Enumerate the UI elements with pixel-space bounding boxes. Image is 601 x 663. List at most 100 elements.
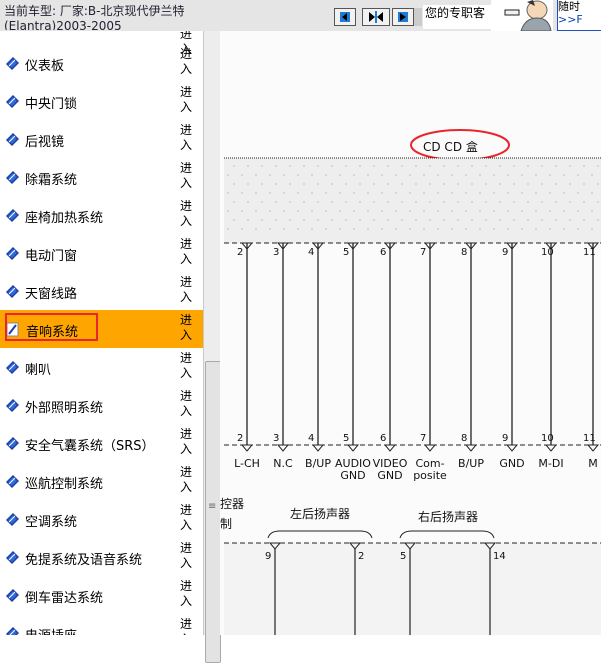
sidebar-item[interactable]: 电源插座 进入 [0, 614, 203, 635]
sidebar-item-label: 免提系统及语音系统 [25, 553, 143, 568]
speaker-pin-number: 9 [265, 551, 271, 562]
wiring-diagram-panel: CD CD 盒 2 2 3 3 4 4 5 5 6 6 7 7 8 8 9 9 10 10 11 11 L-CH N.C… [220, 31, 601, 635]
bottom-pin-number: 3 [273, 433, 279, 444]
current-vehicle-info: 当前车型: 厂家:B-北京现代伊兰特 (Elantra)2003-2005 [4, 4, 330, 30]
sidebar-menu: 进入 仪表板 进入 中央门锁 进入 后视镜 进入 除霜系统 进入 座椅加热系统 进入 电动门窗 进入天… [0, 31, 203, 635]
sidebar-item[interactable]: 巡航控制系统 进入 [0, 462, 203, 500]
pin-terminal [311, 444, 325, 452]
left-partial-text-2: 制 [220, 517, 232, 531]
sidebar-item[interactable]: 后视镜 进入 [0, 120, 203, 158]
nav-prev-button[interactable] [334, 8, 356, 26]
enter-link[interactable]: 进入 [180, 123, 202, 153]
bottom-pin-number: 2 [237, 433, 243, 444]
blue-book-icon [6, 247, 19, 260]
sidebar-item[interactable]: 座椅加热系统 进入 [0, 196, 203, 234]
signal-label: B/UP [305, 457, 331, 470]
bottom-pin-number: 6 [380, 433, 386, 444]
blue-book-icon [6, 551, 19, 564]
top-pin-number: 9 [502, 247, 508, 258]
enter-link[interactable]: 进入 [180, 389, 202, 419]
sidebar-item[interactable]: 空调系统 进入 [0, 500, 203, 538]
pin-terminal [276, 444, 290, 452]
support-banner: 您的专职客 [423, 5, 493, 29]
pin-terminal [505, 444, 519, 452]
enter-link[interactable]: 进入 [180, 541, 202, 571]
top-pin-number: 4 [308, 247, 314, 258]
bottom-pin-number: 5 [343, 433, 349, 444]
bottom-pin-number: 7 [420, 433, 426, 444]
enter-link[interactable]: 进入 [180, 199, 202, 229]
bottom-pin-number: 4 [308, 433, 314, 444]
top-pin-number: 3 [273, 247, 279, 258]
sidebar-item[interactable]: 中央门锁 进入 [0, 82, 203, 120]
notice-box[interactable]: 随时 >>F [557, 0, 601, 31]
nav-next-button[interactable] [392, 8, 414, 26]
sidebar-item-label: 除霜系统 [25, 173, 78, 188]
pin-terminal [464, 444, 478, 452]
top-toolbar: 当前车型: 厂家:B-北京现代伊兰特 (Elantra)2003-2005 您的… [0, 0, 601, 32]
blue-book-icon [6, 171, 19, 184]
sidebar-item[interactable]: 免提系统及语音系统 进入 [0, 538, 203, 576]
signal-label: GND [340, 469, 365, 482]
enter-link[interactable]: 进入 [180, 503, 202, 533]
sidebar-item[interactable]: 外部照明系统 进入 [0, 386, 203, 424]
bottom-pin-number: 10 [541, 433, 554, 444]
pin-terminal [383, 444, 397, 452]
sidebar-item[interactable]: 音响系统 进入 [0, 310, 203, 348]
helper-mascot-image [491, 0, 553, 32]
scrollbar-thumb[interactable] [205, 361, 221, 663]
enter-link[interactable]: 进入 [180, 237, 202, 267]
blue-book-icon [6, 361, 19, 374]
signal-label: M [588, 457, 598, 470]
sidebar-item-label: 巡航控制系统 [25, 477, 104, 492]
enter-link[interactable]: 进入 [180, 351, 202, 381]
sidebar-item[interactable]: 除霜系统 进入 [0, 158, 203, 196]
enter-link[interactable]: 进入 [180, 47, 202, 77]
sidebar-item-label: 电动门窗 [25, 249, 78, 264]
enter-link[interactable]: 进入 [180, 427, 202, 457]
blue-book-icon [6, 475, 19, 488]
blue-book-icon [6, 285, 19, 298]
pin-terminal [423, 444, 437, 452]
enter-link[interactable]: 进入 [180, 465, 202, 495]
enter-link[interactable]: 进入 [180, 85, 202, 115]
enter-link[interactable]: 进入 [180, 275, 202, 305]
sidebar-item-label: 外部照明系统 [25, 401, 104, 416]
blue-book-icon [6, 513, 19, 526]
arrow-left-icon [340, 12, 350, 22]
arrow-right-icon [398, 12, 408, 22]
enter-link[interactable]: 进入 [180, 617, 202, 635]
pin-terminal [346, 444, 360, 452]
enter-link[interactable]: 进入 [180, 161, 202, 191]
mascot-icon [504, 0, 552, 32]
sidebar-item-label: 座椅加热系统 [25, 211, 104, 226]
bottom-pin-number: 11 [583, 433, 596, 444]
enter-link[interactable]: 进入 [180, 313, 202, 343]
sidebar-item[interactable]: 喇叭 进入 [0, 348, 203, 386]
sidebar-scrollbar[interactable]: ≡ [203, 31, 221, 663]
signal-label: N.C [273, 457, 293, 470]
blue-book-icon [6, 95, 19, 108]
signal-label: M-DI [538, 457, 563, 470]
sidebar-item[interactable]: 电动门窗 进入 [0, 234, 203, 272]
selection-highlight-box [5, 313, 98, 341]
notice-line-1: 随时 [558, 0, 580, 13]
nav-split-button[interactable] [362, 8, 390, 26]
top-pin-number: 7 [420, 247, 426, 258]
sidebar-item[interactable]: 仪表板 进入 [0, 44, 203, 82]
right-rear-speaker-label: 右后扬声器 [418, 509, 478, 524]
top-pin-number: 8 [461, 247, 467, 258]
sidebar-item-label: 天窗线路 [25, 287, 78, 302]
nav-divider [414, 8, 422, 26]
sidebar-item[interactable]: 安全气囊系统（SRS） 进入 [0, 424, 203, 462]
blue-book-icon [6, 627, 19, 635]
sidebar-item-label: 中央门锁 [25, 97, 78, 112]
top-pin-number: 10 [541, 247, 554, 258]
enter-link[interactable]: 进入 [180, 579, 202, 609]
scrollbar-grip-icon: ≡ [208, 501, 217, 512]
sidebar-item[interactable]: 天窗线路 进入 [0, 272, 203, 310]
sidebar-item-label: 安全气囊系统（SRS） [25, 439, 155, 454]
blue-book-icon [6, 589, 19, 602]
sidebar-item[interactable]: 倒车雷达系统 进入 [0, 576, 203, 614]
notice-link[interactable]: >>F [558, 13, 601, 26]
